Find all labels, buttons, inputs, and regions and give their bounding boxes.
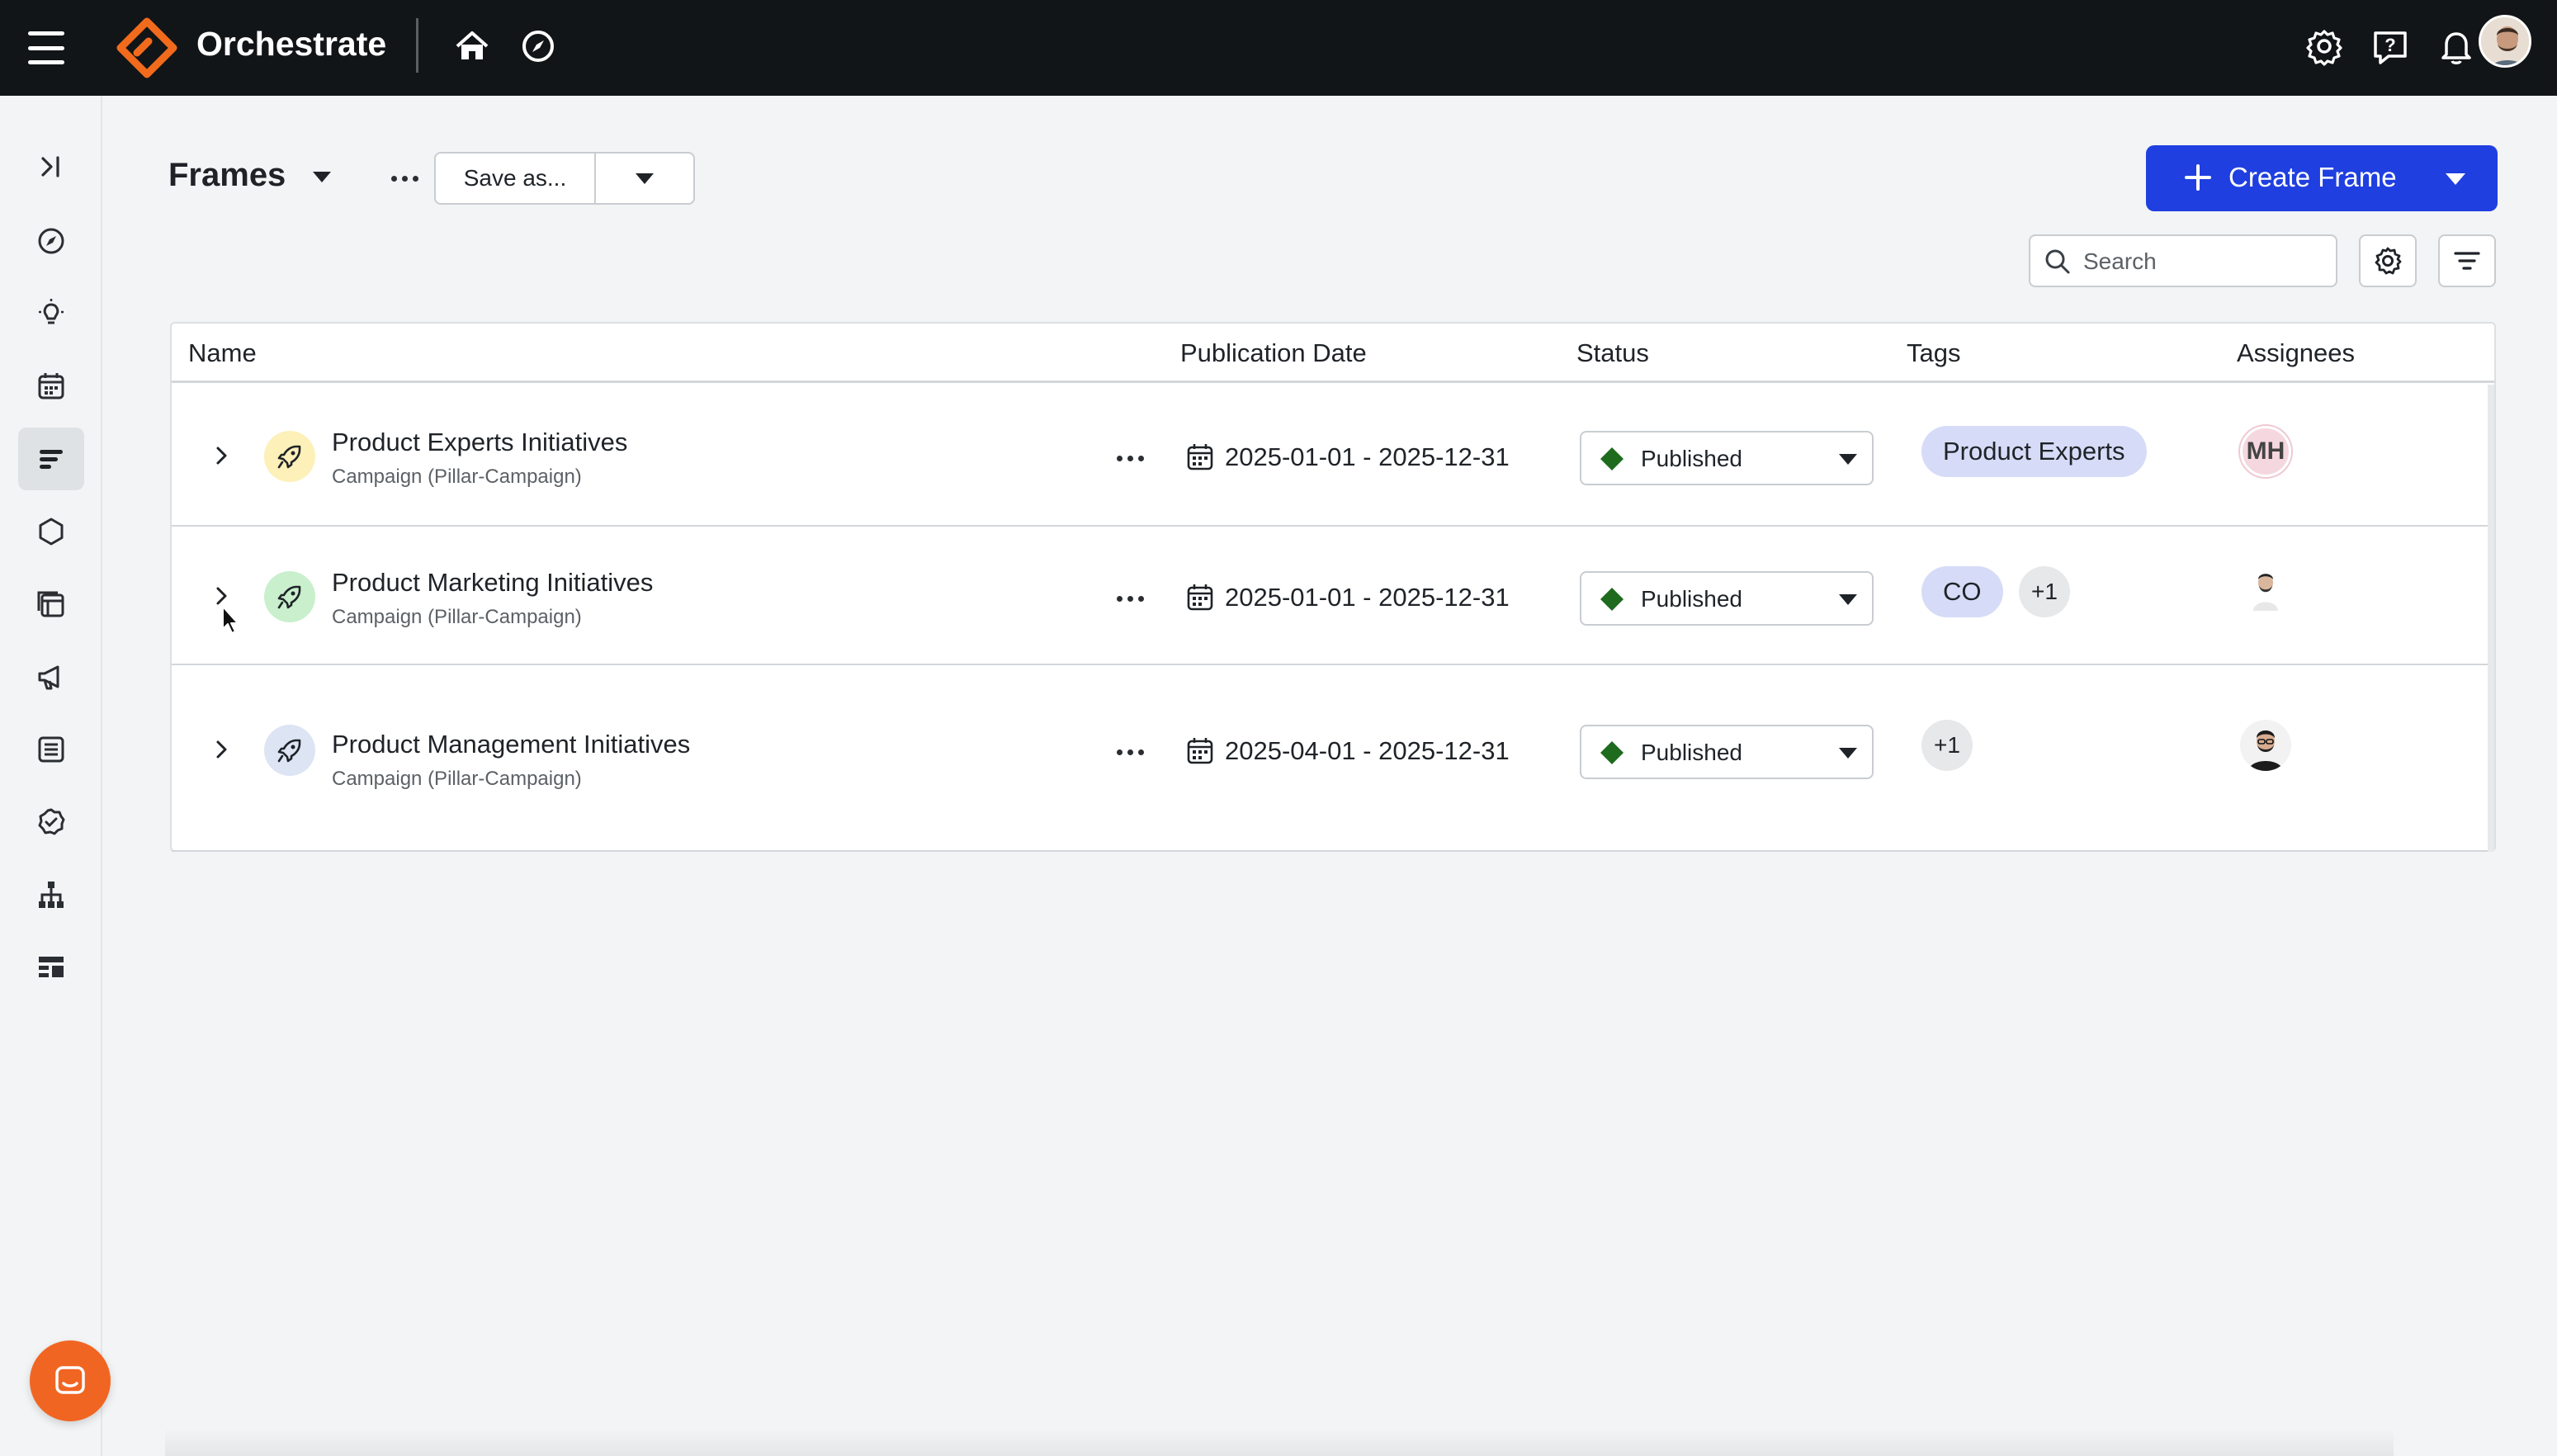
row-subtitle: Campaign (Pillar-Campaign) xyxy=(332,466,582,488)
calendar-icon xyxy=(1187,584,1213,611)
bottom-shadow xyxy=(165,1428,2394,1456)
lightbulb-icon[interactable] xyxy=(18,282,84,345)
chat-icon xyxy=(55,1366,85,1394)
expand-sidebar-icon[interactable] xyxy=(18,135,84,198)
publication-date: 2025-01-01 - 2025-12-31 xyxy=(1225,583,1510,612)
status-label: Published xyxy=(1641,446,1742,471)
status-label: Published xyxy=(1641,586,1742,612)
user-avatar[interactable] xyxy=(2479,15,2531,68)
column-header-assignees[interactable]: Assignees xyxy=(2237,338,2355,368)
status-dropdown[interactable]: Published xyxy=(1580,431,1874,485)
avatar[interactable] xyxy=(2240,563,2291,614)
table-row[interactable]: Product Marketing Initiatives Campaign (… xyxy=(172,527,2494,665)
plus-icon xyxy=(2185,164,2211,191)
chevron-right-icon[interactable] xyxy=(210,738,233,761)
more-options-icon[interactable] xyxy=(386,162,423,195)
status-diamond-icon xyxy=(1600,741,1624,764)
table-row[interactable]: Product Experts Initiatives Campaign (Pi… xyxy=(172,385,2494,527)
frames-table: Name Publication Date Status Tags Assign… xyxy=(170,322,2496,852)
mouse-cursor-icon xyxy=(222,606,239,634)
row-name[interactable]: Product Management Initiatives xyxy=(332,730,690,759)
rocket-icon xyxy=(264,725,315,776)
hexagon-icon[interactable] xyxy=(18,500,84,563)
chevron-down-icon xyxy=(1839,748,1857,759)
bell-icon[interactable] xyxy=(2435,25,2478,68)
home-icon[interactable] xyxy=(451,25,494,68)
save-as-dropdown[interactable] xyxy=(596,154,693,203)
menu-icon[interactable] xyxy=(26,28,66,68)
status-dropdown[interactable]: Published xyxy=(1580,725,1874,779)
chevron-right-icon[interactable] xyxy=(210,444,233,467)
chevron-down-icon[interactable] xyxy=(2443,167,2468,190)
tag-overflow-chip[interactable]: +1 xyxy=(1921,720,1973,771)
browser-stack-icon[interactable] xyxy=(18,573,84,636)
table-row[interactable]: Product Management Initiatives Campaign … xyxy=(172,665,2494,852)
table-scrollbar[interactable] xyxy=(2488,385,2494,852)
column-header-name[interactable]: Name xyxy=(188,338,257,368)
row-name[interactable]: Product Experts Initiatives xyxy=(332,428,627,457)
search-input[interactable] xyxy=(2083,244,2328,279)
hierarchy-icon[interactable] xyxy=(18,863,84,926)
calendar-icon xyxy=(1187,444,1213,470)
page-title[interactable]: Frames xyxy=(168,157,286,194)
settings-icon[interactable] xyxy=(2303,25,2346,68)
chevron-down-icon xyxy=(1839,594,1857,605)
column-header-status[interactable]: Status xyxy=(1576,338,1649,368)
table-header: Name Publication Date Status Tags Assign… xyxy=(172,324,2494,383)
row-name[interactable]: Product Marketing Initiatives xyxy=(332,568,653,598)
tag-chip[interactable]: CO xyxy=(1921,566,2003,617)
publication-date: 2025-04-01 - 2025-12-31 xyxy=(1225,736,1510,765)
rocket-icon xyxy=(264,431,315,482)
status-label: Published xyxy=(1641,740,1742,765)
topbar-divider xyxy=(416,18,418,73)
calendar-icon xyxy=(1187,738,1213,764)
svg-text:?: ? xyxy=(2384,35,2395,55)
chevron-down-icon[interactable] xyxy=(310,168,333,185)
settings-icon xyxy=(2375,247,2402,275)
orchestrate-logo[interactable] xyxy=(116,17,178,79)
frames-icon[interactable] xyxy=(18,428,84,490)
save-as-button[interactable]: Save as... xyxy=(436,154,596,203)
check-circle-icon[interactable] xyxy=(18,791,84,853)
row-subtitle: Campaign (Pillar-Campaign) xyxy=(332,768,582,790)
row-more-options-icon[interactable] xyxy=(1109,446,1151,470)
save-as-split-button: Save as... xyxy=(434,152,695,205)
row-more-options-icon[interactable] xyxy=(1109,740,1151,764)
status-diamond-icon xyxy=(1600,588,1624,611)
filter-icon xyxy=(2454,252,2480,270)
chat-launcher-button[interactable] xyxy=(30,1340,111,1421)
avatar[interactable]: MH xyxy=(2240,426,2291,477)
compass-icon[interactable] xyxy=(18,210,84,272)
sidebar xyxy=(0,96,102,1456)
calendar-icon[interactable] xyxy=(18,355,84,418)
avatar[interactable] xyxy=(2240,720,2291,771)
row-more-options-icon[interactable] xyxy=(1109,586,1151,611)
layout-icon[interactable] xyxy=(18,936,84,999)
chevron-down-icon xyxy=(1839,454,1857,465)
publication-date: 2025-01-01 - 2025-12-31 xyxy=(1225,442,1510,471)
table-settings-button[interactable] xyxy=(2359,234,2417,287)
row-subtitle: Campaign (Pillar-Campaign) xyxy=(332,606,582,628)
tag-chip[interactable]: Product Experts xyxy=(1921,426,2147,477)
chevron-down-icon xyxy=(636,173,654,184)
tag-overflow-chip[interactable]: +1 xyxy=(2019,566,2070,617)
status-diamond-icon xyxy=(1600,447,1624,470)
list-icon[interactable] xyxy=(18,718,84,781)
search-box xyxy=(2029,234,2337,287)
search-icon xyxy=(2045,249,2070,274)
column-header-tags[interactable]: Tags xyxy=(1907,338,1960,368)
megaphone-icon[interactable] xyxy=(18,645,84,708)
column-header-publication-date[interactable]: Publication Date xyxy=(1180,338,1367,368)
app-title: Orchestrate xyxy=(196,25,387,63)
rocket-icon xyxy=(264,571,315,622)
create-frame-label: Create Frame xyxy=(2229,162,2397,192)
create-frame-button[interactable]: Create Frame xyxy=(2146,145,2498,211)
compass-icon[interactable] xyxy=(517,25,560,68)
status-dropdown[interactable]: Published xyxy=(1580,571,1874,626)
top-bar: Orchestrate ? xyxy=(0,0,2557,96)
help-icon[interactable]: ? xyxy=(2369,25,2412,68)
filter-button[interactable] xyxy=(2438,234,2496,287)
